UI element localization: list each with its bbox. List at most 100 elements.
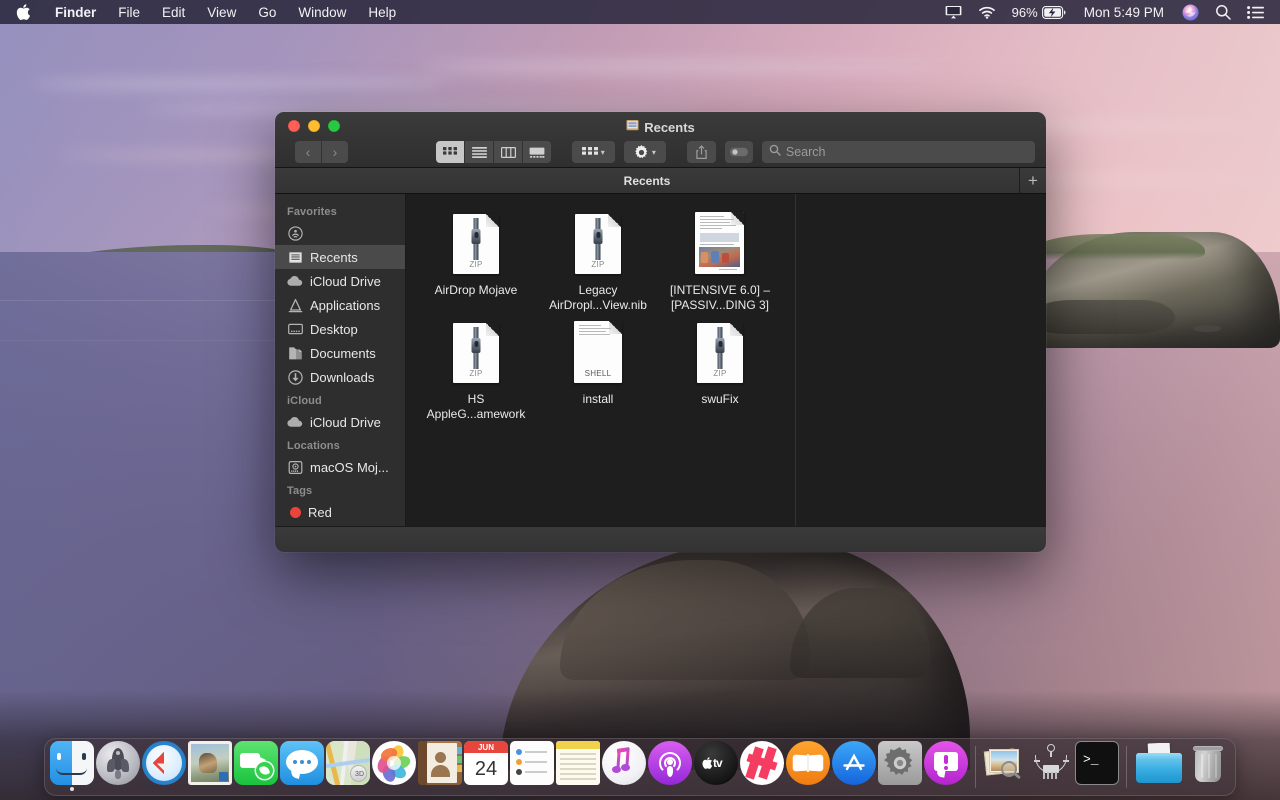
wallpaper-rock [1193, 325, 1221, 332]
sidebar-item-icloud-drive[interactable]: iCloud Drive [275, 269, 405, 293]
dock: 3D JUN 24 [44, 738, 1236, 796]
dock-item-safari[interactable] [142, 741, 186, 791]
menu-bar: Finder File Edit View Go Window Help 96% [0, 0, 1280, 24]
gallery-view-button[interactable] [523, 141, 551, 163]
sidebar-item-label: iCloud Drive [310, 415, 381, 430]
dock-item-maps[interactable]: 3D [326, 741, 370, 791]
sidebar-item-icloud-drive-2[interactable]: iCloud Drive [275, 410, 405, 434]
sidebar-item-tag-red[interactable]: Red [275, 500, 405, 524]
new-tab-button[interactable]: + [1020, 168, 1046, 193]
dock-item-calendar[interactable]: JUN 24 [464, 741, 508, 791]
downloads-icon [287, 369, 303, 385]
menu-item-help[interactable]: Help [357, 0, 407, 24]
list-view-button[interactable] [465, 141, 493, 163]
dock-item-photos[interactable] [372, 741, 416, 791]
battery-status[interactable]: 96% [1004, 5, 1074, 20]
navigation-buttons: ‹ › [295, 141, 348, 163]
menu-item-finder[interactable]: Finder [44, 0, 107, 24]
dock-item-messages[interactable] [280, 741, 324, 791]
sidebar-item-documents[interactable]: Documents [275, 341, 405, 365]
tab-recents[interactable]: Recents [275, 168, 1020, 193]
share-button[interactable] [687, 141, 715, 163]
sidebar-item-macos-mojave[interactable]: macOS Moj... [275, 455, 405, 479]
forward-button[interactable]: › [322, 141, 348, 163]
wifi-icon[interactable] [970, 5, 1004, 19]
sidebar-item-airdrop[interactable] [275, 221, 405, 245]
sidebar-item-desktop[interactable]: Desktop [275, 317, 405, 341]
file-type-badge: SHELL [574, 369, 622, 378]
dock-item-facetime[interactable] [234, 741, 278, 791]
battery-percent-label: 96% [1012, 5, 1042, 20]
dock-item-preview[interactable] [983, 741, 1027, 791]
sidebar-header-tags: Tags [275, 479, 405, 500]
menu-item-edit[interactable]: Edit [151, 0, 196, 24]
file-label: HS AppleG...amework [417, 392, 535, 422]
dock-item-finder[interactable] [50, 741, 94, 791]
sidebar-header-locations: Locations [275, 434, 405, 455]
dock-item-news[interactable] [740, 741, 784, 791]
finder-tab-bar: Recents + [275, 168, 1046, 194]
file-item[interactable]: [INTENSIVE 6.0] – [PASSIV...DING 3] [659, 204, 781, 313]
sidebar-item-downloads[interactable]: Downloads [275, 365, 405, 389]
file-grid-area[interactable]: ZIP AirDrop Mojave ZIP Legacy AirDropl..… [406, 194, 796, 526]
dock-item-grabber-tool[interactable] [1029, 741, 1073, 791]
menu-bar-status-items: 96% Mon 5:49 PM [937, 0, 1280, 24]
file-item[interactable]: SHELL install [537, 313, 659, 422]
dock-item-mail[interactable] [188, 741, 232, 791]
dock-item-launchpad[interactable] [96, 741, 140, 791]
menu-item-go[interactable]: Go [247, 0, 287, 24]
file-item[interactable]: ZIP Legacy AirDropl...View.nib [537, 204, 659, 313]
dock-item-appstore[interactable] [832, 741, 876, 791]
menu-bar-clock[interactable]: Mon 5:49 PM [1074, 5, 1174, 20]
icon-view-button[interactable] [436, 141, 464, 163]
calendar-day-label: 24 [464, 753, 508, 785]
dock-item-appletv[interactable]: tv [694, 741, 738, 791]
shell-script-icon: SHELL [566, 321, 630, 385]
file-type-badge: ZIP [697, 369, 743, 378]
search-field[interactable] [762, 141, 1035, 163]
finder-window[interactable]: Recents ‹ › [275, 112, 1046, 552]
apple-logo-icon[interactable] [0, 0, 44, 24]
file-item[interactable]: ZIP AirDrop Mojave [415, 204, 537, 313]
recents-clock-icon [287, 249, 303, 265]
dock-item-downloads-folder[interactable] [1134, 741, 1184, 791]
tags-button[interactable] [725, 141, 753, 163]
file-item[interactable]: ZIP swuFix [659, 313, 781, 422]
finder-titlebar[interactable]: Recents ‹ › [275, 112, 1046, 168]
dock-item-reminders[interactable] [510, 741, 554, 791]
documents-icon [287, 345, 303, 361]
sidebar-item-label: Applications [310, 298, 380, 313]
dock-item-itunes[interactable] [602, 741, 646, 791]
menu-item-file[interactable]: File [107, 0, 151, 24]
airplay-display-icon[interactable] [937, 5, 970, 19]
dock-item-trash[interactable] [1186, 741, 1230, 791]
menu-item-view[interactable]: View [196, 0, 247, 24]
dock-item-alert-app[interactable] [924, 741, 968, 791]
file-label: Legacy AirDropl...View.nib [539, 283, 657, 313]
column-view-button[interactable] [494, 141, 522, 163]
sidebar-item-recents[interactable]: Recents [275, 245, 405, 269]
file-item[interactable]: ZIP HS AppleG...amework [415, 313, 537, 422]
control-center-icon[interactable] [1239, 6, 1272, 19]
dock-item-notes[interactable] [556, 741, 600, 791]
menu-item-window[interactable]: Window [287, 0, 357, 24]
sidebar-item-label: macOS Moj... [310, 460, 389, 475]
action-gear-button[interactable]: ▾ [624, 141, 667, 163]
dock-item-books[interactable] [786, 741, 830, 791]
back-button[interactable]: ‹ [295, 141, 321, 163]
dock-item-system-preferences[interactable] [878, 741, 922, 791]
document-preview-icon [688, 212, 752, 276]
siri-icon[interactable] [1174, 4, 1207, 21]
cloud-streak [420, 60, 940, 74]
finder-status-bar [275, 526, 1046, 552]
search-input[interactable] [786, 145, 1028, 159]
group-by-button[interactable]: ▾ [572, 141, 615, 163]
battery-charging-icon [1042, 6, 1066, 19]
hard-drive-icon [287, 459, 303, 475]
search-icon[interactable] [1207, 4, 1239, 20]
sidebar-item-applications[interactable]: Applications [275, 293, 405, 317]
file-icon-grid: ZIP AirDrop Mojave ZIP Legacy AirDropl..… [406, 194, 795, 422]
dock-item-terminal[interactable]: >_ [1075, 741, 1119, 791]
dock-item-contacts[interactable] [418, 741, 462, 791]
dock-item-podcasts[interactable] [648, 741, 692, 791]
